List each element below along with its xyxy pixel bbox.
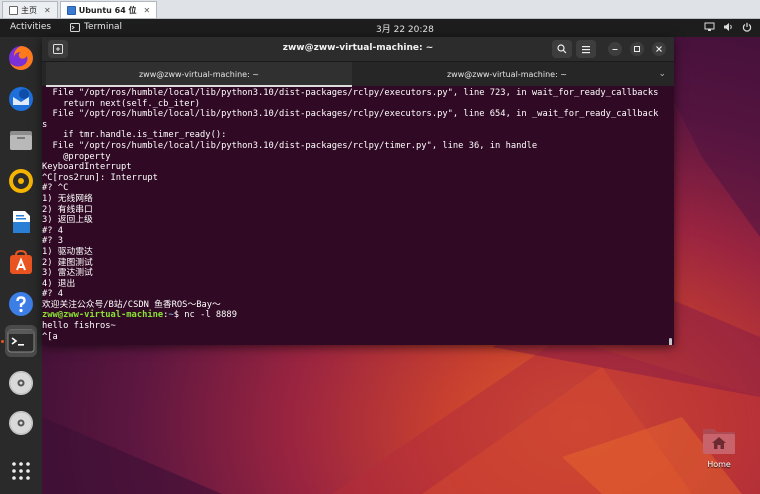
terminal-output-line: File "/opt/ros/humble/local/lib/python3.…	[42, 140, 538, 151]
terminal-window[interactable]: zww@zww-virtual-machine: ~ zww@zww-virtu…	[42, 37, 674, 345]
dock-help[interactable]	[5, 288, 37, 320]
menu-button[interactable]	[576, 40, 596, 58]
search-icon	[557, 44, 567, 54]
hamburger-menu-icon	[582, 45, 590, 53]
terminal-output-line: KeyboardInterrupt	[42, 162, 132, 173]
dock	[0, 37, 42, 494]
disc-icon	[9, 371, 33, 395]
home-folder-icon	[703, 429, 735, 454]
thunderbird-icon	[9, 87, 33, 111]
minimize-button[interactable]	[608, 42, 622, 56]
clock[interactable]: 3月 22 20:28	[376, 22, 434, 35]
dock-show-apps[interactable]	[5, 455, 37, 487]
prompt-user: zww@zww-virtual-machine	[42, 310, 164, 321]
dock-disc-1[interactable]	[5, 367, 37, 399]
search-button[interactable]	[552, 40, 572, 58]
terminal-tab-2[interactable]: zww@zww-virtual-machine: ~	[354, 62, 660, 87]
home-tab-icon	[9, 5, 18, 15]
terminal-output[interactable]: File "/opt/ros/humble/local/lib/python3.…	[42, 86, 674, 345]
terminal-output-line: 4) 退出	[42, 278, 76, 289]
terminal-headerbar[interactable]: zww@zww-virtual-machine: ~	[42, 37, 674, 61]
files-icon	[10, 131, 32, 150]
terminal-output-line: File "/opt/ros/humble/local/lib/python3.…	[42, 109, 659, 120]
terminal-icon	[7, 329, 35, 353]
terminal-output-line: return next(self._cb_iter)	[42, 98, 201, 109]
terminal-scrollbar[interactable]	[669, 338, 672, 345]
system-tray[interactable]	[704, 22, 752, 32]
maximize-button[interactable]	[630, 42, 644, 56]
dock-writer[interactable]	[5, 206, 37, 238]
terminal-tab-label: zww@zww-virtual-machine: ~	[446, 70, 568, 79]
terminal-output-line: @property	[42, 151, 111, 162]
terminal-tab-bar: zww@zww-virtual-machine: ~ zww@zww-virtu…	[42, 61, 674, 87]
terminal-output-line: 3) 返回上级	[42, 215, 93, 226]
network-icon	[704, 22, 715, 31]
maximize-icon	[634, 46, 640, 52]
terminal-output-line: 2) 建图测试	[42, 257, 93, 268]
app-grid-icon	[12, 462, 30, 480]
power-icon	[742, 22, 752, 32]
vm-tab-ubuntu[interactable]: Ubuntu 64 位 ✕	[59, 1, 158, 18]
terminal-output-line: 欢迎关注公众号/B站/CSDN 鱼香ROS～Bay～	[42, 299, 221, 310]
dock-files[interactable]	[5, 124, 37, 156]
dock-firefox[interactable]	[5, 42, 37, 74]
activities-button[interactable]: Activities	[10, 22, 51, 32]
rhythmbox-icon	[9, 169, 33, 193]
terminal-app-icon	[70, 22, 80, 32]
software-icon	[10, 249, 32, 274]
minimize-icon	[612, 49, 618, 50]
terminal-output-line: 1) 驱动雷达	[42, 246, 93, 257]
firefox-icon	[9, 46, 33, 70]
home-folder-label: Home	[707, 460, 731, 469]
gnome-top-bar: Activities Terminal 3月 22 20:28	[0, 19, 760, 37]
close-icon[interactable]: ✕	[144, 6, 151, 15]
vm-tab-home[interactable]: 主页 ✕	[2, 1, 58, 18]
vm-tab-strip: 主页 ✕ Ubuntu 64 位 ✕	[0, 0, 760, 19]
app-menu-label: Terminal	[84, 22, 123, 32]
dock-software[interactable]	[5, 247, 37, 279]
terminal-output-line: 2) 有线串口	[42, 204, 93, 215]
desktop-home-folder[interactable]: Home	[699, 424, 739, 474]
terminal-output-line: #? 3	[42, 236, 64, 247]
terminal-tab-label: zww@zww-virtual-machine: ~	[138, 70, 260, 79]
disc-icon	[9, 411, 33, 435]
terminal-output-line: ^C[ros2run]: Interrupt	[42, 172, 158, 183]
terminal-output-line: 3) 雷达测试	[42, 268, 93, 279]
tab-overflow-icon[interactable]: ⌄	[658, 69, 666, 79]
vm-tab-label: 主页	[21, 5, 37, 15]
terminal-output-line: ^[a	[42, 331, 58, 342]
terminal-output-line: File "/opt/ros/humble/local/lib/python3.…	[42, 88, 659, 98]
dock-disc-2[interactable]	[5, 407, 37, 439]
help-icon	[9, 292, 33, 316]
close-button[interactable]	[652, 42, 666, 56]
terminal-tab-1[interactable]: zww@zww-virtual-machine: ~	[46, 62, 352, 87]
dock-thunderbird[interactable]	[5, 83, 37, 115]
terminal-output-line: hello fishros~	[42, 321, 116, 332]
dock-terminal[interactable]	[5, 325, 37, 357]
writer-icon	[13, 211, 30, 233]
close-icon	[656, 46, 662, 52]
terminal-output-line: #? 4	[42, 225, 64, 236]
vm-tab-label: Ubuntu 64 位	[78, 5, 137, 15]
volume-icon	[724, 23, 732, 31]
running-indicator	[1, 340, 4, 343]
vm-tab-icon	[66, 5, 76, 15]
prompt-path: ~	[168, 310, 174, 321]
app-menu[interactable]: Terminal	[70, 22, 122, 32]
prompt-command: nc -l 8889	[184, 310, 237, 321]
terminal-output-line: if tmr.handle.is_timer_ready():	[42, 130, 227, 141]
close-icon[interactable]: ✕	[44, 6, 51, 15]
terminal-prompt-line: zww@zww-virtual-machine:~$ nc -l 8889	[42, 310, 237, 321]
dock-rhythmbox[interactable]	[5, 165, 37, 197]
terminal-output-line: 1) 无线网络	[42, 193, 93, 204]
terminal-output-line: #? 4	[42, 289, 64, 300]
terminal-output-line: #? ^C	[42, 183, 69, 194]
terminal-output-line: s	[42, 119, 48, 130]
